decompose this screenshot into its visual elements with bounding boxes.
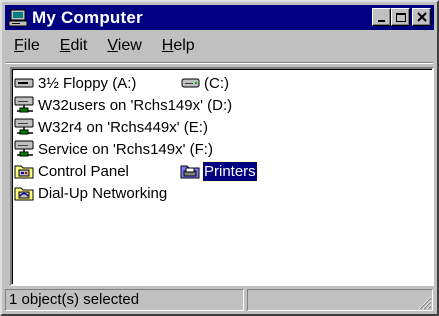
list-item-label: Control Panel — [38, 162, 129, 180]
list-item-label: (C:) — [204, 74, 229, 92]
list-item-label: W32users on 'Rchs149x' (D:) — [38, 96, 233, 114]
printers-folder-icon — [180, 165, 200, 179]
network-drive-icon — [14, 96, 34, 113]
menu-help[interactable]: Help — [152, 37, 205, 55]
close-button[interactable] — [412, 8, 431, 26]
network-drive-icon — [14, 140, 34, 157]
status-pane-secondary — [247, 289, 433, 311]
list-item-label: Service on 'Rchs149x' (F:) — [38, 140, 213, 158]
menu-view[interactable]: View — [97, 37, 151, 55]
my-computer-window: My Computer File Edit View Help 3½ Flopp… — [0, 0, 439, 316]
minimize-button[interactable] — [372, 8, 391, 26]
list-item-drive-d[interactable]: W32users on 'Rchs149x' (D:) — [14, 94, 233, 116]
list-item-floppy-a[interactable]: 3½ Floppy (A:) — [14, 72, 137, 94]
list-item-label: Printers — [202, 160, 258, 182]
list-item-label: Dial-Up Networking — [38, 184, 168, 202]
control-panel-folder-icon — [14, 165, 34, 179]
list-item-label: W32r4 on 'Rchs449x' (E:) — [38, 118, 208, 136]
list-item-drive-e[interactable]: W32r4 on 'Rchs449x' (E:) — [14, 116, 209, 138]
menu-bar: File Edit View Help — [5, 34, 205, 58]
minimize-icon — [378, 20, 385, 22]
list-item-dialup-networking[interactable]: Dial-Up Networking — [14, 182, 168, 204]
list-item-control-panel[interactable]: Control Panel — [14, 160, 130, 182]
file-view[interactable]: 3½ Floppy (A:) (C:) W32users on 'Rchs149… — [10, 67, 434, 286]
maximize-icon — [396, 13, 406, 22]
hard-drive-icon — [181, 78, 200, 88]
maximize-button[interactable] — [391, 8, 410, 26]
status-bar: 1 object(s) selected — [5, 289, 434, 313]
list-item-drive-c[interactable]: (C:) — [180, 72, 230, 94]
dialup-folder-icon — [14, 187, 34, 201]
floppy-drive-icon — [14, 78, 34, 88]
menu-edit[interactable]: Edit — [50, 37, 98, 55]
computer-icon — [8, 9, 28, 26]
menu-file[interactable]: File — [5, 37, 50, 55]
list-item-label: 3½ Floppy (A:) — [38, 74, 137, 92]
title-bar[interactable]: My Computer — [5, 5, 434, 30]
list-item-printers[interactable]: Printers — [180, 160, 258, 182]
window-title: My Computer — [32, 7, 143, 27]
close-icon — [417, 12, 427, 22]
status-text: 1 object(s) selected — [5, 289, 244, 311]
network-drive-icon — [14, 118, 34, 135]
resize-grip-icon[interactable] — [418, 296, 432, 310]
list-item-drive-f[interactable]: Service on 'Rchs149x' (F:) — [14, 138, 214, 160]
menu-separator — [5, 62, 433, 64]
